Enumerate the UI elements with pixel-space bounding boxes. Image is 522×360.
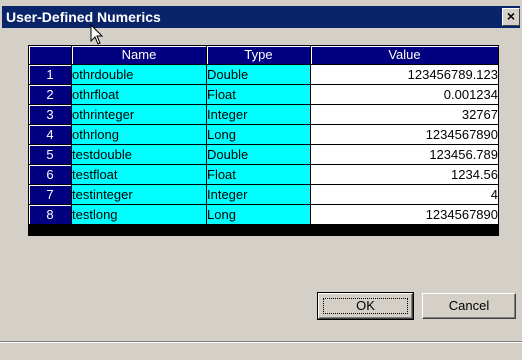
value-cell[interactable]: 1234567890 — [311, 205, 499, 225]
ok-button-label: OK — [356, 298, 375, 313]
cancel-button[interactable]: Cancel — [422, 293, 516, 319]
ok-button[interactable]: OK — [317, 292, 414, 320]
close-button[interactable]: × — [502, 8, 520, 26]
table-row[interactable]: 2 othrfloat Float 0.001234 — [29, 85, 499, 105]
row-number[interactable]: 1 — [29, 65, 72, 85]
row-number[interactable]: 5 — [29, 145, 72, 165]
type-cell[interactable]: Float — [207, 165, 311, 185]
status-bar — [0, 341, 522, 360]
name-cell[interactable]: testfloat — [72, 165, 207, 185]
table-row[interactable]: 8 testlong Long 1234567890 — [29, 205, 499, 225]
column-header-type[interactable]: Type — [207, 46, 311, 65]
table-row[interactable]: 7 testinteger Integer 4 — [29, 185, 499, 205]
numerics-grid[interactable]: Name Type Value 1 othrdouble Double 1234… — [28, 45, 499, 236]
column-header-value[interactable]: Value — [311, 46, 499, 65]
type-cell[interactable]: Double — [207, 145, 311, 165]
value-cell[interactable]: 32767 — [311, 105, 499, 125]
value-cell[interactable]: 123456789.123 — [311, 65, 499, 85]
row-number[interactable]: 2 — [29, 85, 72, 105]
type-cell[interactable]: Long — [207, 205, 311, 225]
column-header-name[interactable]: Name — [72, 46, 207, 65]
row-number[interactable]: 7 — [29, 185, 72, 205]
title-bar[interactable]: User-Defined Numerics × — [2, 6, 520, 28]
row-number[interactable]: 6 — [29, 165, 72, 185]
name-cell[interactable]: othrinteger — [72, 105, 207, 125]
name-cell[interactable]: othrlong — [72, 125, 207, 145]
table-row[interactable]: 5 testdouble Double 123456.789 — [29, 145, 499, 165]
row-number[interactable]: 3 — [29, 105, 72, 125]
name-cell[interactable]: othrfloat — [72, 85, 207, 105]
value-cell[interactable]: 0.001234 — [311, 85, 499, 105]
name-cell[interactable]: othrdouble — [72, 65, 207, 85]
row-number[interactable]: 8 — [29, 205, 72, 225]
type-cell[interactable]: Float — [207, 85, 311, 105]
table-row[interactable]: 6 testfloat Float 1234.56 — [29, 165, 499, 185]
type-cell[interactable]: Integer — [207, 105, 311, 125]
table-row[interactable]: 4 othrlong Long 1234567890 — [29, 125, 499, 145]
type-cell[interactable]: Integer — [207, 185, 311, 205]
table-row[interactable]: 1 othrdouble Double 123456789.123 — [29, 65, 499, 85]
grid-header-row: Name Type Value — [29, 46, 499, 65]
close-icon: × — [506, 8, 516, 24]
value-cell[interactable]: 123456.789 — [311, 145, 499, 165]
cancel-button-label: Cancel — [448, 298, 490, 313]
name-cell[interactable]: testdouble — [72, 145, 207, 165]
value-cell[interactable]: 1234567890 — [311, 125, 499, 145]
value-cell[interactable]: 1234.56 — [311, 165, 499, 185]
column-header-corner[interactable] — [29, 46, 72, 65]
dialog-window: User-Defined Numerics × Name Type Value … — [0, 0, 522, 360]
type-cell[interactable]: Double — [207, 65, 311, 85]
window-title: User-Defined Numerics — [6, 9, 161, 25]
type-cell[interactable]: Long — [207, 125, 311, 145]
table-row[interactable]: 3 othrinteger Integer 32767 — [29, 105, 499, 125]
row-number[interactable]: 4 — [29, 125, 72, 145]
name-cell[interactable]: testinteger — [72, 185, 207, 205]
numerics-table: Name Type Value 1 othrdouble Double 1234… — [29, 46, 499, 225]
name-cell[interactable]: testlong — [72, 205, 207, 225]
value-cell[interactable]: 4 — [311, 185, 499, 205]
